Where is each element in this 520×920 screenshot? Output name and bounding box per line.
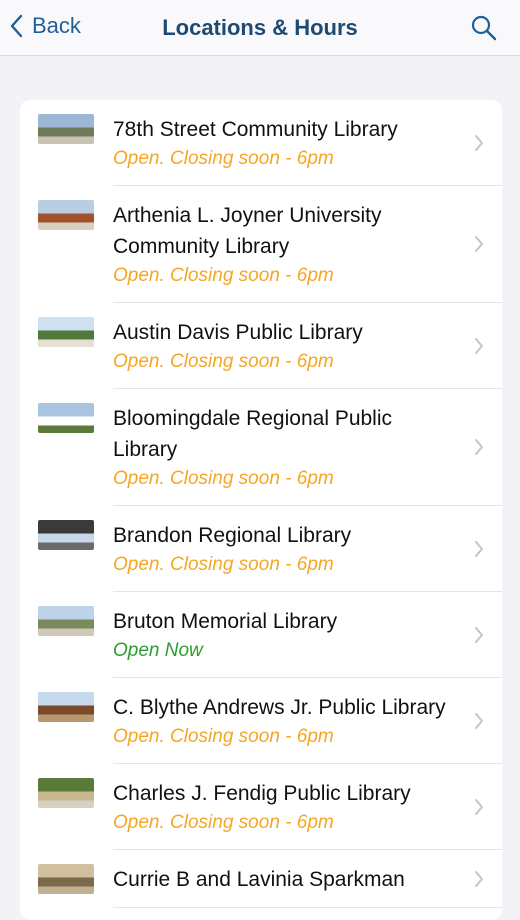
library-status: Open. Closing soon - 6pm xyxy=(113,726,334,747)
library-name: C. Blythe Andrews Jr. Public Library xyxy=(113,696,446,719)
library-name: Currie B and Lavinia Sparkman xyxy=(113,868,405,891)
library-status: Open. Closing soon - 6pm xyxy=(113,351,334,372)
library-row[interactable]: Currie B and Lavinia Sparkman xyxy=(38,850,502,908)
library-row[interactable]: Charles J. Fendig Public Library Open. Cl… xyxy=(38,764,502,850)
library-status: Open. Closing soon - 6pm xyxy=(113,554,334,575)
library-row[interactable]: C. Blythe Andrews Jr. Public Library Open… xyxy=(38,678,502,764)
chevron-right-icon xyxy=(475,798,483,815)
library-photo xyxy=(38,200,94,230)
library-status: Open. Closing soon - 6pm xyxy=(113,148,334,169)
library-photo xyxy=(38,317,94,347)
library-name: 78th Street Community Library xyxy=(113,118,398,141)
navigation-bar: Back Locations & Hours xyxy=(0,0,520,56)
library-photo xyxy=(38,606,94,636)
chevron-right-icon xyxy=(475,870,483,887)
chevron-right-icon xyxy=(475,236,483,252)
chevron-right-icon xyxy=(475,540,483,557)
library-list: 78th Street Community Library Open. Closi… xyxy=(20,100,502,920)
library-photo xyxy=(38,114,94,144)
library-row[interactable]: 78th Street Community Library Open. Closi… xyxy=(38,100,502,186)
library-row[interactable]: Austin Davis Public Library Open. Closing… xyxy=(38,303,502,389)
chevron-right-icon xyxy=(475,134,483,151)
library-row[interactable]: Arthenia L. Joyner University Community … xyxy=(38,186,502,303)
page-title: Locations & Hours xyxy=(162,15,358,40)
library-name: Charles J. Fendig Public Library xyxy=(113,782,411,805)
library-photo xyxy=(38,864,94,894)
chevron-right-icon xyxy=(475,712,483,729)
library-name: Bloomingdale Regional Public Library xyxy=(113,407,393,461)
search-icon[interactable] xyxy=(470,14,498,42)
library-row[interactable]: Bloomingdale Regional Public Library Open… xyxy=(38,389,502,506)
library-name: Arthenia L. Joyner University Community … xyxy=(113,204,382,258)
library-photo xyxy=(38,403,94,433)
library-photo xyxy=(38,778,94,808)
library-photo xyxy=(38,692,94,722)
chevron-right-icon xyxy=(475,337,483,354)
library-status: Open. Closing soon - 6pm xyxy=(113,468,334,489)
library-row[interactable]: Brandon Regional Library Open. Closing so… xyxy=(38,506,502,592)
library-status: Open. Closing soon - 6pm xyxy=(113,265,334,286)
library-name: Austin Davis Public Library xyxy=(113,321,363,344)
library-photo xyxy=(38,520,94,550)
chevron-right-icon xyxy=(475,626,483,643)
chevron-right-icon xyxy=(475,439,483,455)
library-row[interactable]: Bruton Memorial Library Open Now xyxy=(38,592,502,678)
library-status: Open Now xyxy=(113,640,203,661)
library-status: Open. Closing soon - 6pm xyxy=(113,812,334,833)
library-name: Brandon Regional Library xyxy=(113,524,352,547)
library-name: Bruton Memorial Library xyxy=(113,610,338,633)
